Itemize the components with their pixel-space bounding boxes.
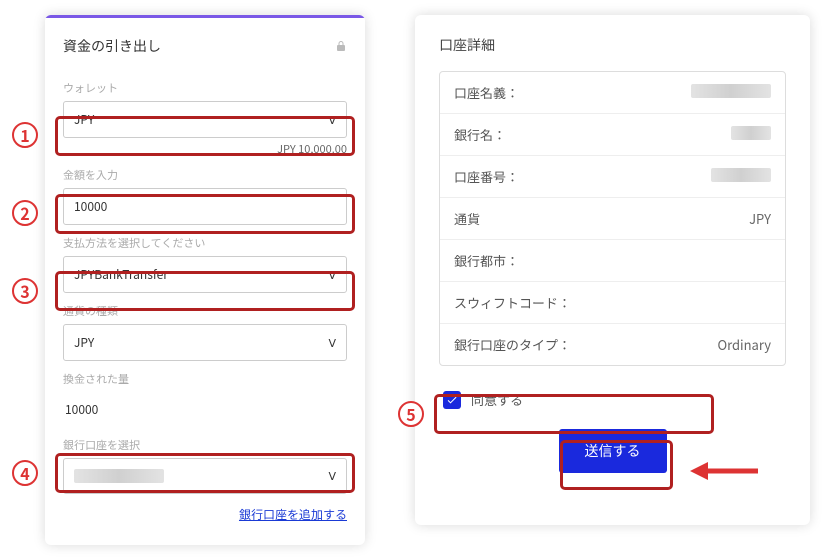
step-marker-3: 3 xyxy=(12,278,38,304)
step-marker-5: 5 xyxy=(398,401,424,427)
converted-label: 換金された量 xyxy=(63,371,347,387)
panel-header: 資金の引き出し xyxy=(45,15,365,70)
chevron-down-icon: ᐯ xyxy=(328,267,336,283)
add-bank-link[interactable]: 銀行口座を追加する xyxy=(239,506,347,523)
method-label: 支払方法を選択してください xyxy=(63,235,347,251)
amount-input[interactable]: 10000 xyxy=(63,188,347,225)
currency-select[interactable]: JPY ᐯ xyxy=(63,324,347,361)
withdraw-panel: 資金の引き出し ウォレット JPY ᐯ JPY 10,000.00 金額を入力 … xyxy=(45,15,365,545)
bank-select-label: 銀行口座を選択 xyxy=(63,437,347,453)
currency-field: 通貨の種類 JPY ᐯ xyxy=(45,303,365,361)
add-bank-row: 銀行口座を追加する xyxy=(45,494,365,524)
chevron-down-icon: ᐯ xyxy=(328,112,336,128)
chevron-down-icon: ᐯ xyxy=(328,468,336,484)
account-detail-panel: 口座詳細 口座名義： 銀行名： 口座番号： 通貨 JPY 銀行都市： xyxy=(415,15,810,525)
submit-button[interactable]: 送信する xyxy=(559,429,667,473)
amount-field: 金額を入力 10000 xyxy=(45,167,365,225)
bank-select-field: 銀行口座を選択 ᐯ xyxy=(45,437,365,494)
panel-title: 資金の引き出し xyxy=(63,36,161,56)
arrow-icon xyxy=(690,458,760,489)
step-marker-4: 4 xyxy=(12,460,38,486)
lock-icon xyxy=(335,37,347,56)
redacted xyxy=(691,84,771,98)
redacted xyxy=(731,126,771,140)
wallet-label: ウォレット xyxy=(63,80,347,96)
step-marker-1: 1 xyxy=(12,122,38,148)
wallet-select[interactable]: JPY ᐯ xyxy=(63,101,347,138)
agree-label: 同意する xyxy=(471,390,523,409)
method-value: JPYBankTransfer xyxy=(74,266,168,283)
wallet-field: ウォレット JPY ᐯ JPY 10,000.00 xyxy=(45,80,365,157)
converted-value-box: 10000 xyxy=(63,392,347,427)
currency-value: JPY xyxy=(74,334,94,351)
method-select[interactable]: JPYBankTransfer ᐯ xyxy=(63,256,347,293)
row-bank-name: 銀行名： xyxy=(440,114,785,156)
detail-title: 口座詳細 xyxy=(439,35,786,55)
row-currency: 通貨 JPY xyxy=(440,198,785,240)
step-marker-2: 2 xyxy=(12,200,38,226)
row-account-holder: 口座名義： xyxy=(440,72,785,114)
redacted-bank-name xyxy=(74,469,164,483)
currency-label: 通貨の種類 xyxy=(63,303,347,319)
redacted xyxy=(711,168,771,182)
agree-checkbox[interactable] xyxy=(443,391,461,409)
row-account-number: 口座番号： xyxy=(440,156,785,198)
chevron-down-icon: ᐯ xyxy=(328,335,336,351)
detail-box: 口座名義： 銀行名： 口座番号： 通貨 JPY 銀行都市： スウィフトコード： xyxy=(439,71,786,366)
converted-value: 10000 xyxy=(65,401,98,418)
amount-value: 10000 xyxy=(74,198,107,215)
amount-label: 金額を入力 xyxy=(63,167,347,183)
row-bank-city: 銀行都市： xyxy=(440,240,785,282)
row-swift: スウィフトコード： xyxy=(440,282,785,324)
agree-row: 同意する xyxy=(439,390,786,409)
method-field: 支払方法を選択してください JPYBankTransfer ᐯ xyxy=(45,235,365,293)
wallet-balance: JPY 10,000.00 xyxy=(63,141,347,157)
converted-field: 換金された量 10000 xyxy=(45,371,365,427)
row-account-type: 銀行口座のタイプ： Ordinary xyxy=(440,324,785,365)
wallet-value: JPY xyxy=(74,111,94,128)
bank-select[interactable]: ᐯ xyxy=(63,458,347,494)
